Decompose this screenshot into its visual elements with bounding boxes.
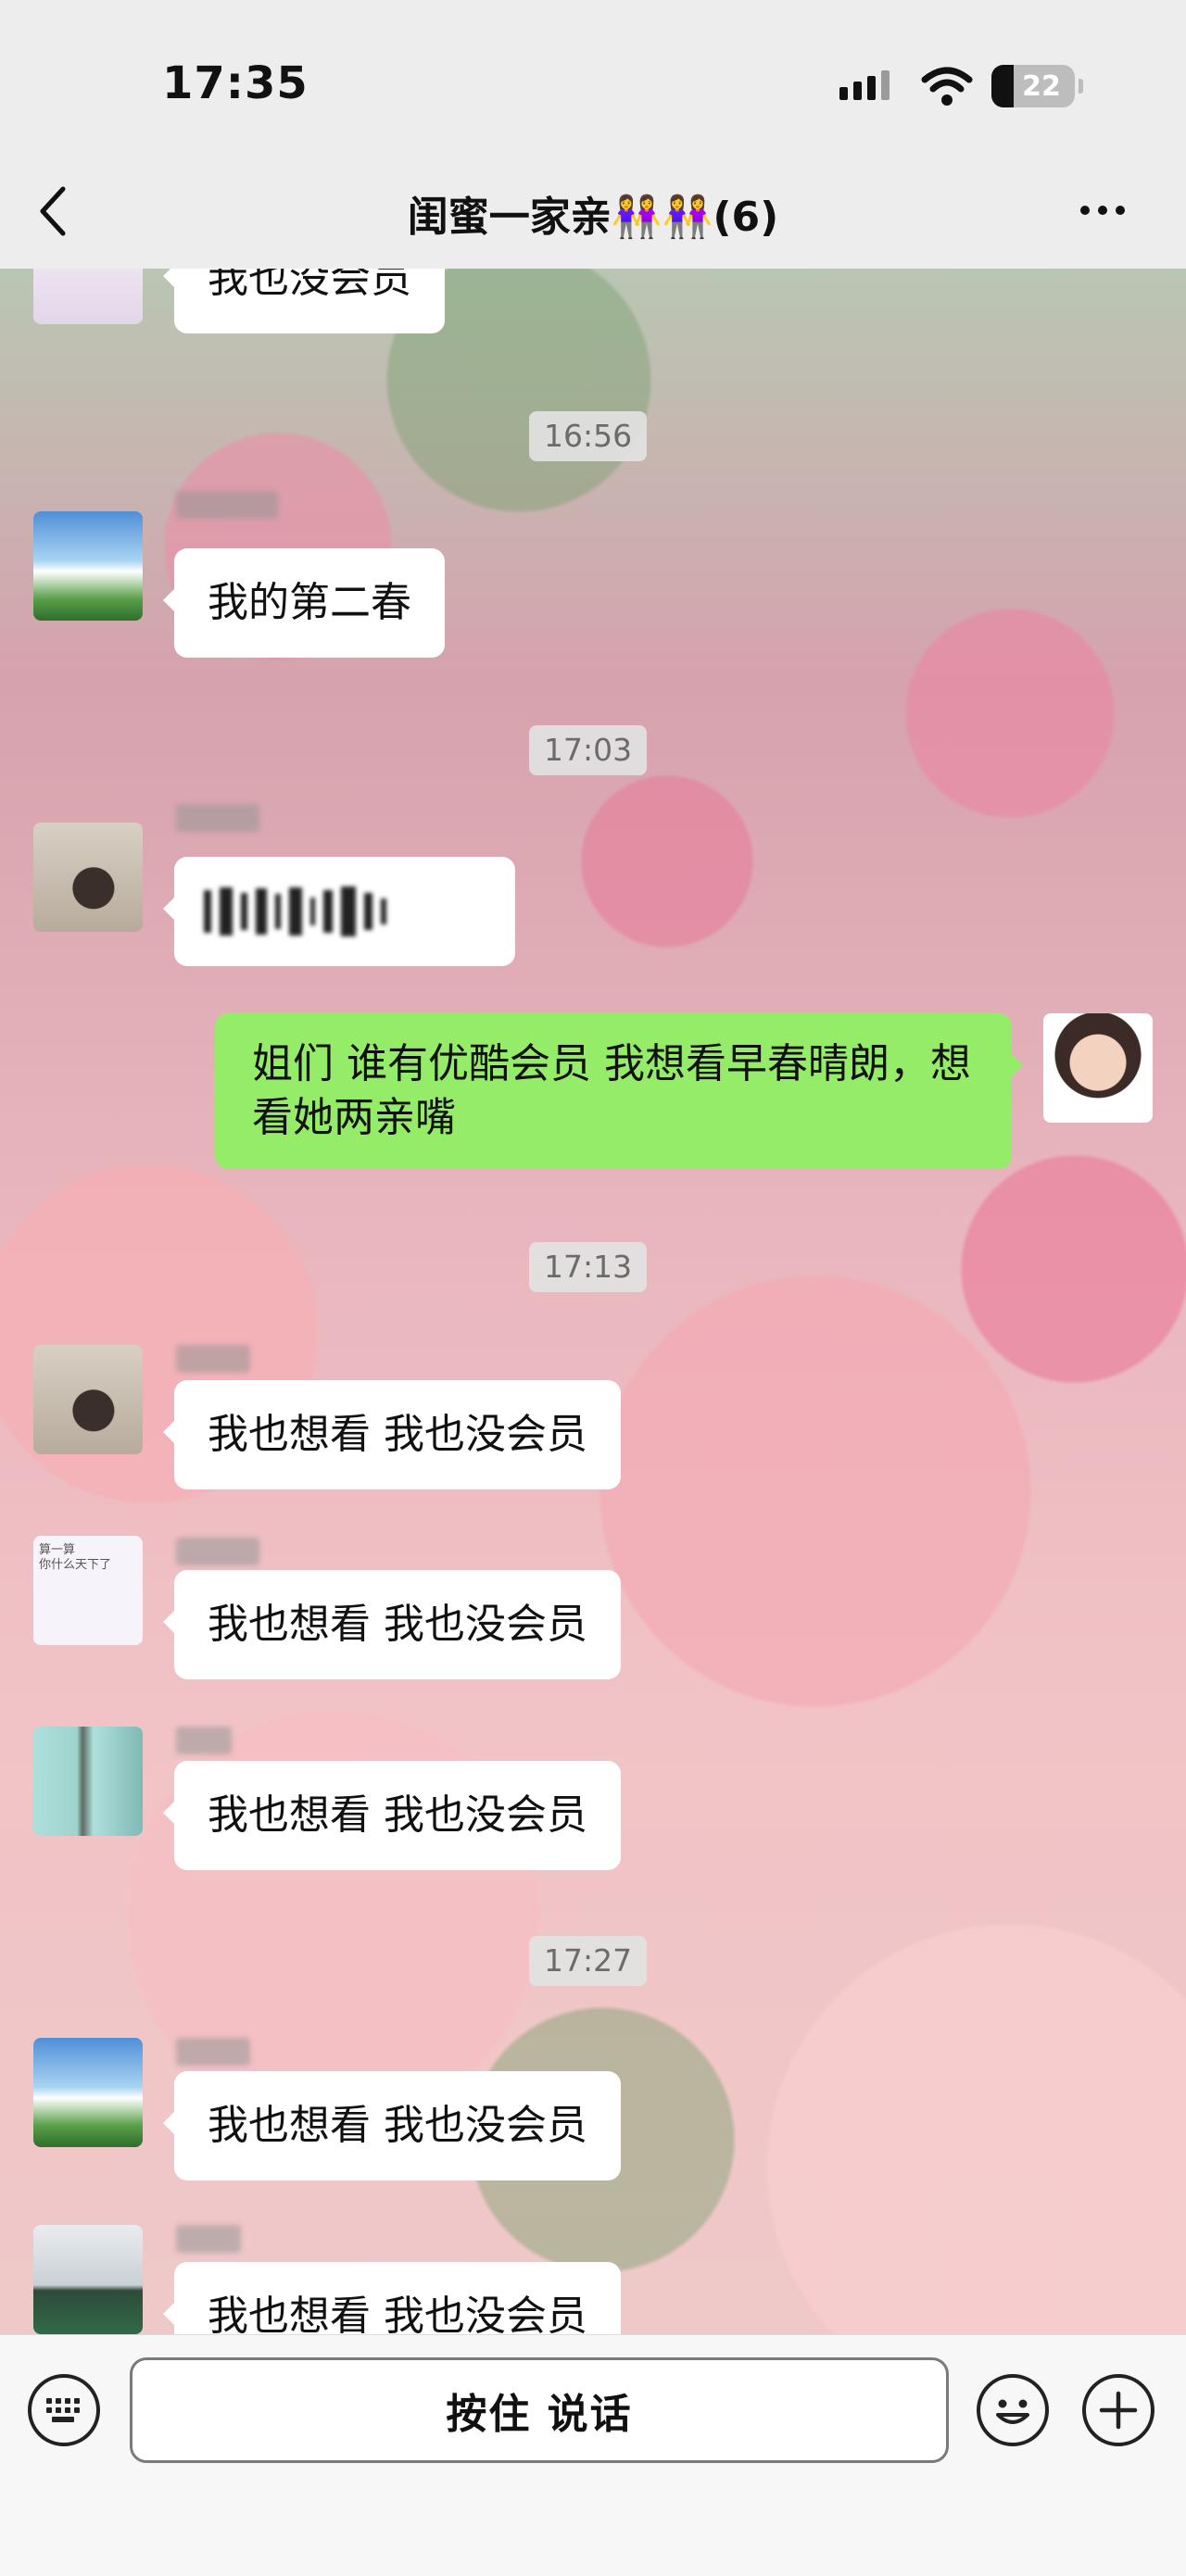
status-time: 17:35 xyxy=(162,57,309,109)
sender-name xyxy=(176,1727,232,1754)
chat-header: 17:35 22 闺蜜一家亲👭👭(6) xyxy=(0,0,1186,269)
timestamp: 17:13 xyxy=(529,1242,648,1292)
battery-icon: 22 xyxy=(991,65,1083,107)
timestamp: 16:56 xyxy=(529,411,648,461)
avatar[interactable]: 算一算 你什么天下了 xyxy=(33,1536,143,1645)
message-bubble[interactable]: 我也想看 我也没会员 xyxy=(163,1380,621,1489)
input-bar: 按住 说话 xyxy=(0,2334,1186,2576)
chat-message-list[interactable]: 我也没会员 16:56 我的第二春 17:03 姐们 谁有优酷会员 我想看早春晴… xyxy=(0,269,1186,2334)
timestamp: 17:27 xyxy=(529,1936,648,1986)
sender-name xyxy=(176,2225,241,2253)
emoji-button[interactable] xyxy=(977,2374,1049,2446)
cellular-signal-icon xyxy=(839,70,890,100)
sender-name xyxy=(176,804,259,832)
plus-icon xyxy=(1099,2391,1138,2430)
avatar[interactable] xyxy=(33,2038,143,2147)
sender-name xyxy=(176,491,278,519)
self-avatar[interactable] xyxy=(1043,1013,1153,1123)
message-bubble[interactable] xyxy=(163,857,515,966)
add-button[interactable] xyxy=(1082,2374,1154,2446)
chat-title: 闺蜜一家亲👭👭(6) xyxy=(407,194,779,241)
more-button[interactable] xyxy=(1080,206,1125,215)
timestamp: 17:03 xyxy=(529,725,648,775)
more-dots-icon xyxy=(1080,206,1090,215)
hold-to-talk-button[interactable]: 按住 说话 xyxy=(130,2357,949,2463)
keyboard-button[interactable] xyxy=(28,2374,100,2446)
avatar[interactable] xyxy=(33,1345,143,1454)
emoji-icon xyxy=(996,2399,1029,2424)
message-bubble[interactable]: 我的第二春 xyxy=(163,548,445,658)
avatar[interactable] xyxy=(33,1727,143,1836)
message-bubble-self[interactable]: 姐们 谁有优酷会员 我想看早春晴朗，想看她两亲嘴 xyxy=(215,1013,1023,1169)
message-bubble[interactable]: 我也想看 我也没会员 xyxy=(163,2262,621,2334)
wifi-icon xyxy=(921,65,973,111)
censored-content xyxy=(200,857,489,966)
avatar[interactable] xyxy=(33,511,143,621)
sender-name xyxy=(176,1345,250,1373)
battery-level: 22 xyxy=(1022,69,1061,103)
sender-name xyxy=(176,1538,259,1565)
message-bubble[interactable]: 我也想看 我也没会员 xyxy=(163,1570,621,1679)
avatar[interactable] xyxy=(33,269,143,324)
message-bubble[interactable]: 我也想看 我也没会员 xyxy=(163,1761,621,1870)
keyboard-icon xyxy=(46,2398,80,2422)
message-bubble[interactable]: 我也想看 我也没会员 xyxy=(163,2071,621,2180)
avatar[interactable] xyxy=(33,2225,143,2334)
message-bubble[interactable]: 我也没会员 xyxy=(163,269,445,333)
sender-name xyxy=(176,2038,250,2066)
avatar[interactable] xyxy=(33,823,143,932)
